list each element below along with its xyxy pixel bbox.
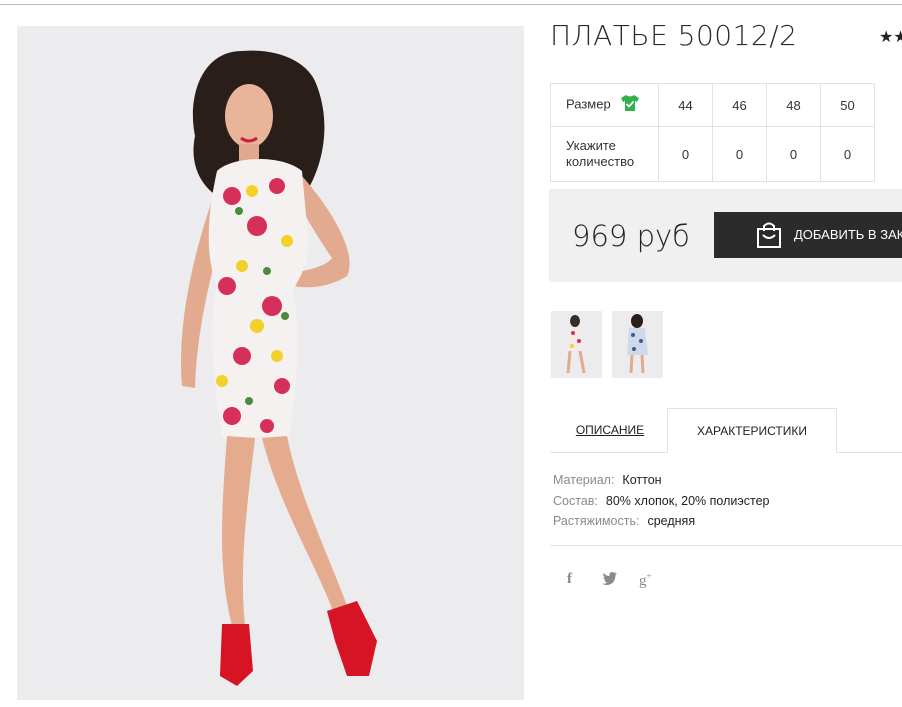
size-label-cell: Размер bbox=[550, 83, 659, 127]
size-label: Размер bbox=[566, 96, 611, 112]
social-divider bbox=[550, 545, 902, 546]
spec-value: 80% хлопок, 20% полиэстер bbox=[605, 493, 770, 508]
purchase-box: 969 руб ДОБАВИТЬ В ЗАКАЗ bbox=[549, 189, 902, 282]
spec-row-material: Материал: Коттон bbox=[553, 470, 769, 491]
thumbnail-image-blue-dress bbox=[612, 311, 663, 378]
model-photo-illustration bbox=[17, 26, 524, 700]
tab-description[interactable]: ОПИСАНИЕ bbox=[564, 408, 656, 453]
size-44[interactable]: 44 bbox=[658, 83, 713, 127]
product-title: ПЛАТЬЕ 50012/2 bbox=[550, 19, 798, 52]
thumbnail-image-pink-dress bbox=[551, 311, 602, 378]
rating-stars[interactable]: ★★ bbox=[879, 27, 902, 47]
green-shirt-check-icon[interactable] bbox=[620, 94, 640, 116]
quantity-row: Укажите количество 0 0 0 0 bbox=[550, 126, 875, 182]
top-divider bbox=[0, 4, 902, 5]
twitter-icon[interactable] bbox=[602, 571, 618, 589]
product-price: 969 руб bbox=[572, 219, 690, 253]
quantity-48[interactable]: 0 bbox=[766, 126, 821, 182]
size-46[interactable]: 46 bbox=[712, 83, 767, 127]
quantity-46[interactable]: 0 bbox=[712, 126, 767, 182]
spec-row-stretch: Растяжимость: средняя bbox=[553, 511, 769, 532]
spec-key: Материал: bbox=[553, 473, 615, 487]
facebook-icon[interactable]: f bbox=[567, 571, 572, 589]
size-48[interactable]: 48 bbox=[766, 83, 821, 127]
quantity-50[interactable]: 0 bbox=[820, 126, 875, 182]
tab-characteristics[interactable]: ХАРАКТЕРИСТИКИ bbox=[667, 408, 837, 453]
shopping-bag-icon bbox=[756, 221, 782, 252]
spec-value: Коттон bbox=[622, 473, 662, 487]
google-plus-icon[interactable]: g+ bbox=[639, 571, 652, 589]
spec-key: Растяжимость: bbox=[553, 514, 640, 528]
spec-row-composition: Состав: 80% хлопок, 20% полиэстер bbox=[553, 491, 769, 512]
size-row: Размер 44 46 48 50 bbox=[550, 83, 875, 127]
product-thumbnail-2[interactable] bbox=[612, 311, 663, 378]
size-50[interactable]: 50 bbox=[820, 83, 875, 127]
product-main-image[interactable] bbox=[17, 26, 524, 700]
add-to-cart-label: ДОБАВИТЬ В ЗАКАЗ bbox=[794, 227, 902, 242]
quantity-44[interactable]: 0 bbox=[658, 126, 713, 182]
quantity-label: Укажите количество bbox=[550, 126, 659, 182]
size-table: Размер 44 46 48 50 Укажите количество 0 … bbox=[550, 83, 875, 182]
product-thumbnail-1[interactable] bbox=[551, 311, 602, 378]
spec-value: средняя bbox=[647, 514, 696, 528]
spec-key: Состав: bbox=[553, 493, 598, 508]
add-to-cart-button[interactable]: ДОБАВИТЬ В ЗАКАЗ bbox=[714, 212, 902, 258]
specs-list: Материал: Коттон Состав: 80% хлопок, 20% п… bbox=[553, 470, 769, 532]
